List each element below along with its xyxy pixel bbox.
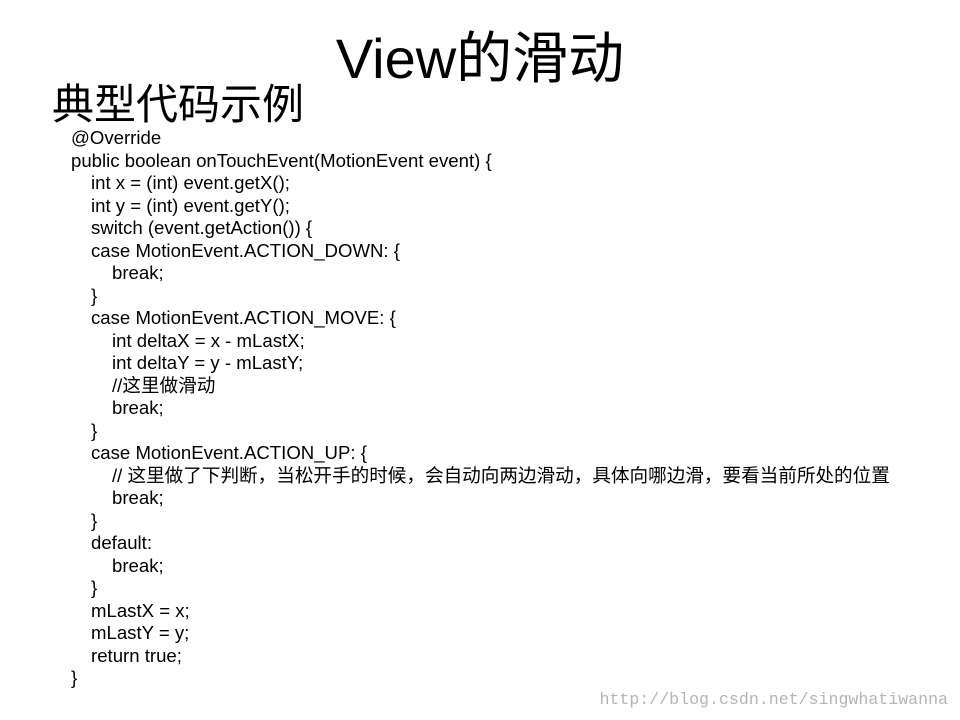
code-line: } [91,577,98,598]
code-line: return true; [91,644,182,666]
code-line: break; [112,487,164,508]
code-line: } [91,284,98,306]
slide-subtitle: 典型代码示例 [52,80,305,129]
code-line: int deltaY = y - mLastY; [112,352,304,373]
code-comment-line: //这里做滑动 [112,374,216,396]
code-line: case MotionEvent.ACTION_MOVE: { [91,307,396,328]
code-line: } [91,509,98,531]
code-comment-line: // 这里做了下判断，当松开手的时候，会自动向两边滑动，具体向哪边滑，要看当前所… [112,464,890,486]
code-line: break; [112,397,164,418]
code-block: @Override public boolean onTouchEvent(Mo… [71,127,941,690]
code-line: switch (event.getAction()) { [91,217,313,238]
code-line: @Override [71,127,162,148]
code-line: } [91,419,98,441]
code-line: int deltaX = x - mLastX; [112,329,305,351]
code-line: case MotionEvent.ACTION_UP: { [91,442,367,463]
code-line: break; [112,262,164,283]
code-line: public boolean onTouchEvent(MotionEvent … [71,149,492,171]
code-line: mLastY = y; [91,622,190,643]
code-line: default: [91,532,152,553]
code-line: int y = (int) event.getY(); [91,194,290,216]
slide-title: View的滑动 [335,27,625,90]
code-line: case MotionEvent.ACTION_DOWN: { [91,239,400,261]
code-line: } [71,667,78,688]
blog-watermark: http://blog.csdn.net/singwhatiwanna [599,690,948,709]
code-line: break; [112,554,164,576]
code-line: mLastX = x; [91,599,190,621]
code-line: int x = (int) event.getX(); [91,172,290,193]
